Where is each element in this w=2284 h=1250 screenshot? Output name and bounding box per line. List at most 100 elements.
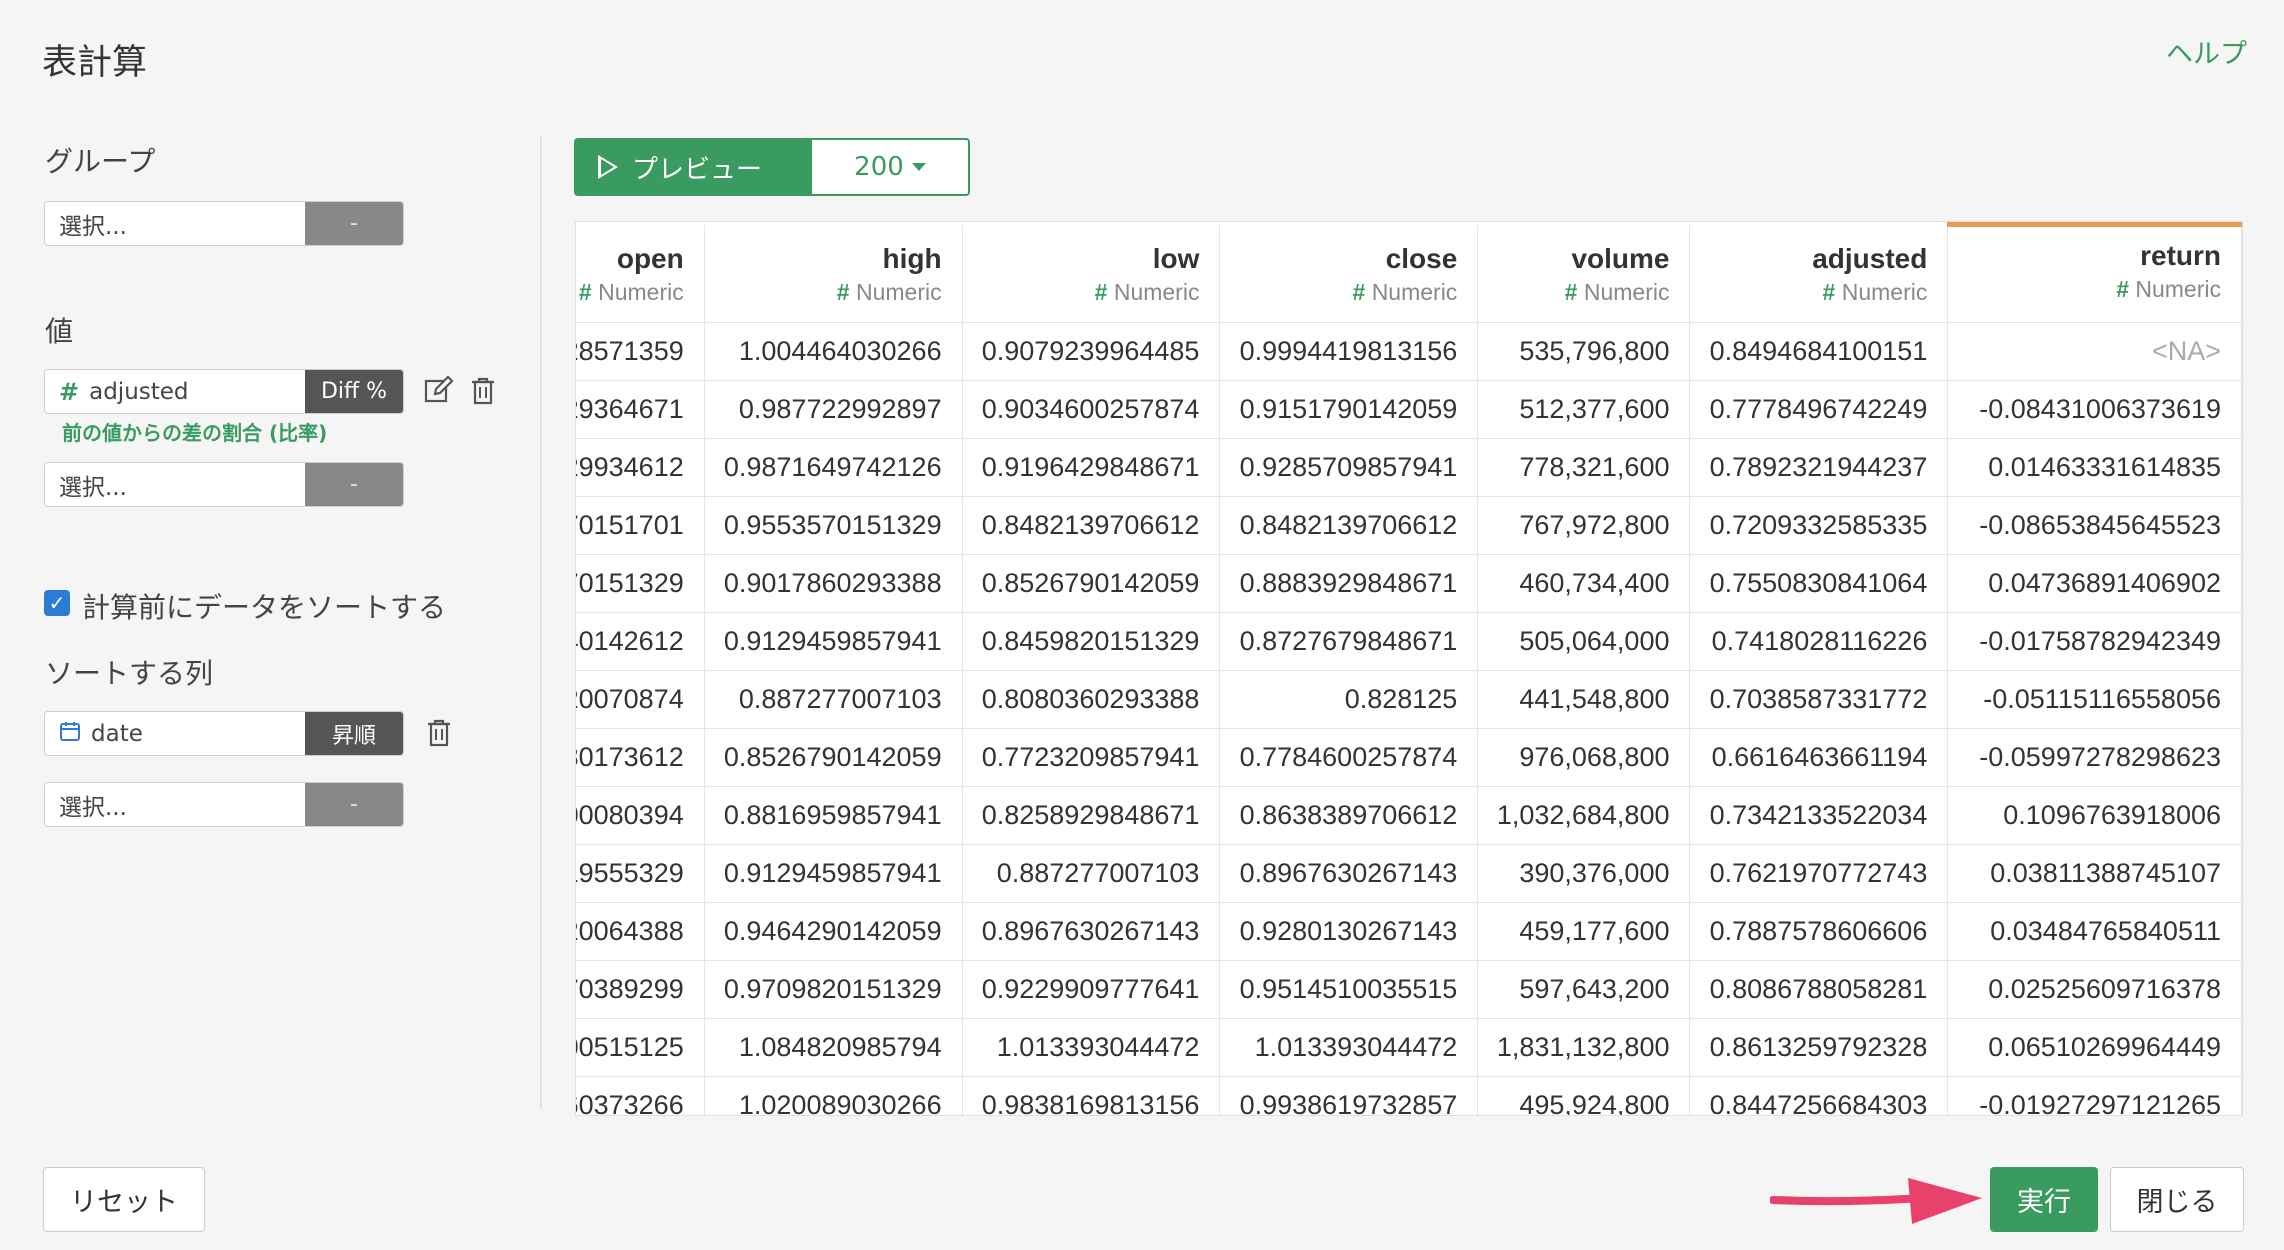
table-cell[interactable]: 0.8482139706612	[1219, 496, 1479, 555]
table-cell[interactable]: 0.9017860293388	[704, 554, 963, 613]
table-cell[interactable]: 0.8613259792328	[1689, 1018, 1949, 1077]
table-cell[interactable]: 0.7342133522034	[1689, 786, 1949, 845]
table-cell[interactable]: 0.8772319555329	[576, 844, 705, 903]
trash-icon[interactable]	[470, 376, 496, 413]
table-cell[interactable]: 0.9871649742126	[704, 438, 963, 497]
close-button[interactable]: 閉じる	[2110, 1167, 2244, 1232]
table-cell[interactable]: 0.03811388745107	[1947, 844, 2242, 903]
table-cell[interactable]: 0.03484765840511	[1947, 902, 2242, 961]
sort-column-field[interactable]: date	[45, 712, 305, 755]
table-cell[interactable]: 1.013393044472	[962, 1018, 1221, 1077]
table-cell[interactable]: 0.8727679848671	[1219, 612, 1479, 671]
table-cell[interactable]: 0.9151790142059	[1219, 380, 1479, 439]
table-cell[interactable]: 0.9286029934612	[576, 438, 705, 497]
table-cell[interactable]: 1.084820985794	[704, 1018, 963, 1077]
table-cell[interactable]: 0.9994419813156	[1219, 322, 1479, 381]
table-cell[interactable]: 0.9838169813156	[962, 1076, 1221, 1115]
table-cell[interactable]: 0.7038587331772	[1689, 670, 1949, 729]
table-cell[interactable]: 0.8258929848671	[962, 786, 1221, 845]
value-op-button[interactable]: Diff %	[305, 370, 403, 413]
table-cell[interactable]: 0.9464290142059	[704, 902, 963, 961]
table-cell[interactable]: 0.8447256684303	[1689, 1076, 1949, 1115]
table-cell[interactable]: 778,321,600	[1477, 438, 1691, 497]
table-cell[interactable]: 0.01463331614835	[1947, 438, 2242, 497]
table-cell[interactable]: 0.8616070151329	[576, 554, 705, 613]
group-remove-button[interactable]: -	[305, 202, 403, 245]
table-cell[interactable]: 0.8482139706612	[962, 496, 1221, 555]
value-select-field[interactable]: 選択...	[45, 463, 305, 506]
row-count-dropdown[interactable]: 200	[810, 138, 970, 196]
table-cell[interactable]: -0.08431006373619	[1947, 380, 2242, 439]
table-cell[interactable]: 0.7418028116226	[1689, 612, 1949, 671]
table-cell[interactable]: 0.828125	[1219, 670, 1479, 729]
table-cell[interactable]: 441,548,800	[1477, 670, 1691, 729]
table-cell[interactable]: 0.8816959857941	[704, 786, 963, 845]
table-cell[interactable]: 0.8883929848671	[1219, 554, 1479, 613]
sort-checkbox[interactable]: ✓	[44, 590, 70, 616]
table-cell[interactable]: 0.7868300080394	[576, 786, 705, 845]
table-cell[interactable]: 0.8459820151329	[962, 612, 1221, 671]
table-cell[interactable]: 535,796,800	[1477, 322, 1691, 381]
column-header-adjusted[interactable]: adjusted # Numeric	[1689, 224, 1949, 323]
sort-select-field[interactable]: 選択...	[45, 783, 305, 826]
table-cell[interactable]: 0.887277007103	[704, 670, 963, 729]
table-cell[interactable]: 0.7621970772743	[1689, 844, 1949, 903]
value-column-field[interactable]: # adjusted	[45, 370, 305, 413]
sort-select[interactable]: 選択... -	[44, 782, 404, 827]
table-cell[interactable]: <NA>	[1947, 322, 2242, 381]
table-cell[interactable]: 1.004464030266	[704, 322, 963, 381]
table-cell[interactable]: 0.987722992897	[704, 380, 963, 439]
table-cell[interactable]: 0.9285709857941	[1219, 438, 1479, 497]
table-cell[interactable]: 0.8086788058281	[1689, 960, 1949, 1019]
table-cell[interactable]: -0.05115116558056	[1947, 670, 2242, 729]
column-header-return[interactable]: return # Numeric	[1947, 222, 2242, 323]
table-cell[interactable]: -0.01927297121265	[1947, 1076, 2242, 1115]
table-cell[interactable]: 459,177,600	[1477, 902, 1691, 961]
table-cell[interactable]: 767,972,800	[1477, 496, 1691, 555]
table-cell[interactable]: 0.9821428571359	[576, 322, 705, 381]
value-field[interactable]: # adjusted Diff %	[44, 369, 404, 414]
table-cell[interactable]: 0.9280130267143	[1219, 902, 1479, 961]
table-cell[interactable]: 0.8404020070874	[576, 670, 705, 729]
table-cell[interactable]: 0.04736891406902	[1947, 554, 2242, 613]
table-cell[interactable]: 0.8494684100151	[1689, 322, 1949, 381]
value-select[interactable]: 選択... -	[44, 462, 404, 507]
table-cell[interactable]: 0.9229909777641	[962, 960, 1221, 1019]
table-cell[interactable]: 0.7784600257874	[1219, 728, 1479, 787]
table-cell[interactable]: 1.013393044472	[1219, 1018, 1479, 1077]
table-cell[interactable]: 1.0011160373266	[576, 1076, 705, 1115]
table-cell[interactable]: 597,643,200	[1477, 960, 1691, 1019]
table-cell[interactable]: 460,734,400	[1477, 554, 1691, 613]
sort-remove-button[interactable]: -	[305, 783, 403, 826]
column-header-close[interactable]: close # Numeric	[1219, 224, 1479, 323]
table-cell[interactable]: 0.7550830841064	[1689, 554, 1949, 613]
table-cell[interactable]: 0.8526790142059	[704, 728, 963, 787]
table-cell[interactable]: -0.08653845645523	[1947, 496, 2242, 555]
preview-button[interactable]: プレビュー	[574, 138, 810, 196]
table-cell[interactable]: 0.887277007103	[962, 844, 1221, 903]
table-cell[interactable]: 0.9514510035515	[1219, 960, 1479, 1019]
table-cell[interactable]: 976,068,800	[1477, 728, 1691, 787]
run-button[interactable]: 実行	[1990, 1167, 2098, 1232]
table-cell[interactable]: 0.7892321944237	[1689, 438, 1949, 497]
table-cell[interactable]: 0.9961829364671	[576, 380, 705, 439]
table-cell[interactable]: 505,064,000	[1477, 612, 1691, 671]
table-cell[interactable]: 0.8995540142612	[576, 612, 705, 671]
table-cell[interactable]: -0.01758782942349	[1947, 612, 2242, 671]
table-cell[interactable]: 0.9196429848671	[962, 438, 1221, 497]
table-cell[interactable]: 512,377,600	[1477, 380, 1691, 439]
reset-button[interactable]: リセット	[43, 1167, 205, 1232]
table-cell[interactable]: 1,831,132,800	[1477, 1018, 1691, 1077]
table-cell[interactable]: 0.6616463661194	[1689, 728, 1949, 787]
edit-icon[interactable]	[423, 374, 455, 413]
group-select[interactable]: 選択... -	[44, 201, 404, 246]
table-cell[interactable]: 0.9631700515125	[576, 1018, 705, 1077]
table-cell[interactable]: 0.9034600257874	[962, 380, 1221, 439]
table-cell[interactable]: 0.8967630267143	[962, 902, 1221, 961]
group-select-field[interactable]: 選択...	[45, 202, 305, 245]
table-cell[interactable]: 0.8203130173612	[576, 728, 705, 787]
table-cell[interactable]: 0.06510269964449	[1947, 1018, 2242, 1077]
table-cell[interactable]: 495,924,800	[1477, 1076, 1691, 1115]
sort-order-button[interactable]: 昇順	[305, 712, 403, 755]
table-cell[interactable]: 1.020089030266	[704, 1076, 963, 1115]
